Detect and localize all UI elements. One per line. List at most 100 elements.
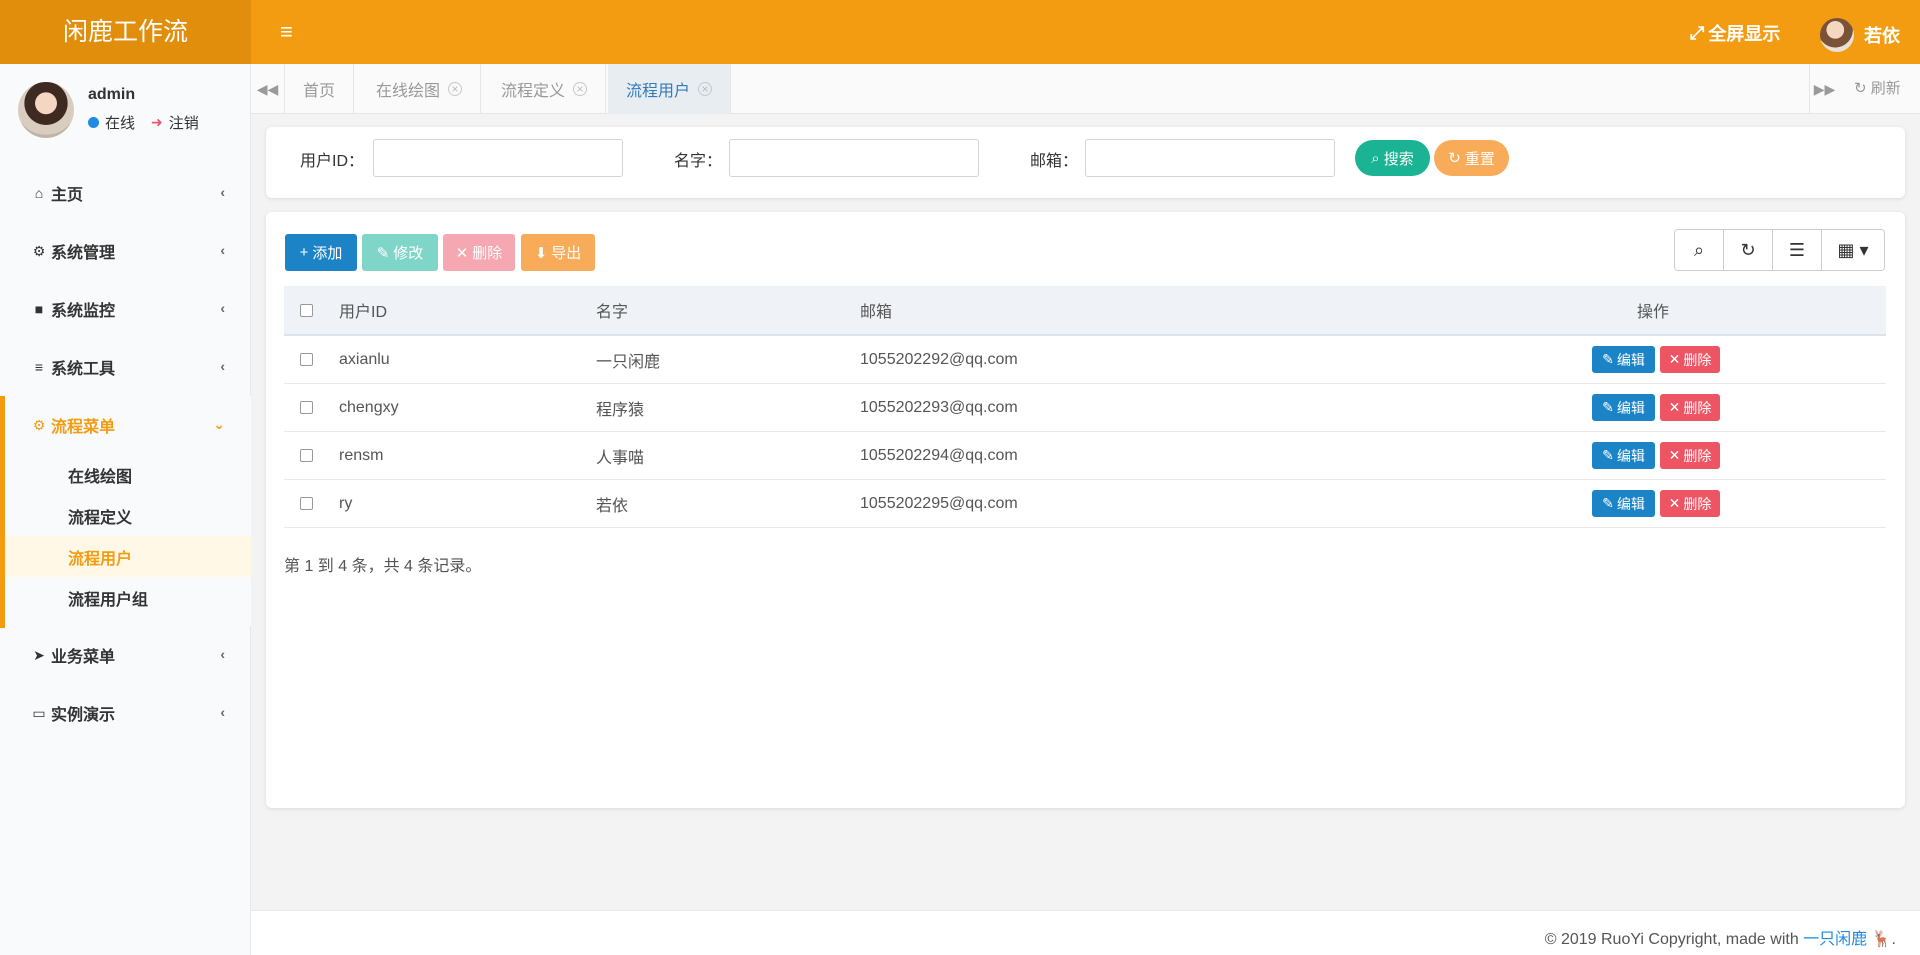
- sidebar-item-monitor[interactable]: ■ 系统监控 ‹: [0, 280, 251, 338]
- row-checkbox[interactable]: [300, 497, 313, 510]
- tab-process-users[interactable]: 流程用户 ×: [608, 64, 732, 114]
- sidebar-item-system[interactable]: ⚙ 系统管理 ‹: [0, 222, 251, 280]
- row-edit-button[interactable]: ✎ 编辑: [1592, 490, 1655, 517]
- tab-online-draw[interactable]: 在线绘图 ×: [358, 64, 482, 114]
- edit-icon: ✎: [1602, 351, 1614, 367]
- sidebar-item-label: 系统监控: [51, 303, 116, 320]
- pagination-info: 第 1 到 4 条，共 4 条记录。: [284, 558, 482, 575]
- delete-label: 删除: [472, 245, 503, 262]
- tabs-bar: ◀◀ 首页 在线绘图 × 流程定义 × 流程用户 × ▶▶ ↻ 刷新: [251, 64, 1920, 114]
- chevron-down-icon: ⌄: [213, 416, 225, 432]
- edit-icon: ✎: [1602, 399, 1614, 415]
- brand-logo[interactable]: 闲鹿工作流: [0, 0, 251, 64]
- row-delete-label: 删除: [1683, 399, 1712, 416]
- cell-name: 若依: [596, 497, 629, 515]
- row-delete-button[interactable]: ✕ 删除: [1660, 490, 1720, 517]
- tab-scroll-left-icon[interactable]: ◀◀: [251, 64, 285, 114]
- search-icon: ⌕: [1371, 149, 1380, 167]
- refresh-label: 刷新: [1870, 80, 1901, 97]
- refresh-icon[interactable]: ↻: [1724, 230, 1773, 270]
- row-delete-button[interactable]: ✕ 删除: [1660, 346, 1720, 373]
- status-online: 在线: [105, 115, 136, 132]
- close-icon[interactable]: ×: [573, 82, 588, 96]
- tab-process-definition[interactable]: 流程定义 ×: [483, 64, 607, 114]
- row-edit-label: 编辑: [1616, 447, 1645, 464]
- data-table: 用户ID 名字 邮箱 操作 axianlu 一只闲鹿 1055202292@qq…: [284, 286, 1886, 528]
- edit-icon: ✎: [1602, 447, 1614, 463]
- tab-label: 流程定义: [501, 83, 566, 100]
- row-edit-label: 编辑: [1616, 351, 1645, 368]
- list-icon[interactable]: ☰: [1773, 230, 1822, 270]
- chevron-left-icon: ‹: [220, 704, 225, 720]
- avatar: [18, 82, 74, 138]
- user-panel: admin 在线 ➜ 注销: [18, 82, 248, 142]
- home-icon: ⌂: [34, 185, 44, 201]
- col-name[interactable]: 名字: [596, 298, 628, 322]
- sidebar-subitem-process-user-groups[interactable]: 流程用户组: [0, 577, 251, 618]
- sign-out-icon[interactable]: ➜: [151, 114, 163, 131]
- sidebar-item-tools[interactable]: ≡ 系统工具 ‹: [0, 338, 251, 396]
- user-id-input[interactable]: [373, 139, 623, 177]
- sidebar-item-business[interactable]: ➤ 业务菜单 ‹: [0, 626, 251, 684]
- sidebar-subitem-process-users[interactable]: 流程用户: [0, 536, 251, 577]
- search-button[interactable]: ⌕ 搜索: [1355, 140, 1430, 176]
- download-icon: ⬇: [534, 244, 548, 262]
- user-menu[interactable]: 若依: [1820, 18, 1900, 52]
- row-delete-button[interactable]: ✕ 删除: [1660, 394, 1720, 421]
- email-label: 邮箱：: [1030, 153, 1079, 170]
- edit-button[interactable]: ✎ 修改: [362, 234, 438, 271]
- cell-name: 程序猿: [596, 401, 645, 419]
- logout-link[interactable]: 注销: [169, 112, 199, 133]
- col-user-id[interactable]: 用户ID: [339, 298, 387, 322]
- times-icon: ✕: [1668, 399, 1681, 415]
- row-delete-label: 删除: [1683, 495, 1712, 512]
- sidebar-subitem-process-definition[interactable]: 流程定义: [0, 495, 251, 536]
- tab-scroll-right-icon[interactable]: ▶▶: [1809, 64, 1839, 114]
- search-toggle-icon[interactable]: ⌕: [1675, 230, 1724, 270]
- reset-button[interactable]: ↻ 重置: [1434, 140, 1509, 176]
- refresh-icon: ↻: [1448, 150, 1461, 167]
- tab-label: 在线绘图: [376, 83, 441, 100]
- export-button[interactable]: ⬇ 导出: [521, 234, 595, 271]
- author-link[interactable]: 一只闲鹿: [1803, 931, 1867, 948]
- cell-user-id: rensm: [339, 446, 384, 464]
- fullscreen-button[interactable]: ⤢ 全屏显示: [1690, 20, 1780, 46]
- row-edit-button[interactable]: ✎ 编辑: [1592, 442, 1655, 469]
- sidebar-item-label: 实例演示: [51, 707, 116, 724]
- sidebar-subitem-online-draw[interactable]: 在线绘图: [0, 454, 251, 495]
- table-row: rensm 人事喵 1055202294@qq.com ✎ 编辑 ✕ 删除: [284, 432, 1886, 480]
- row-checkbox[interactable]: [300, 449, 313, 462]
- edit-icon: ✎: [1602, 495, 1614, 511]
- chevron-left-icon: ‹: [220, 300, 225, 316]
- name-input[interactable]: [729, 139, 979, 177]
- sidebar-item-home[interactable]: ⌂ 主页 ‹: [0, 164, 251, 222]
- cogs-icon: ⚙: [32, 416, 46, 433]
- add-button[interactable]: + 添加: [285, 234, 357, 271]
- row-edit-button[interactable]: ✎ 编辑: [1592, 394, 1655, 421]
- tab-home[interactable]: 首页: [285, 64, 355, 114]
- row-delete-label: 删除: [1683, 351, 1712, 368]
- row-checkbox[interactable]: [300, 353, 313, 366]
- cell-user-id: axianlu: [339, 350, 390, 368]
- search-button-label: 搜索: [1383, 150, 1414, 168]
- edit-label: 修改: [393, 245, 424, 262]
- close-icon[interactable]: ×: [448, 82, 463, 96]
- row-delete-button[interactable]: ✕ 删除: [1660, 442, 1720, 469]
- sidebar-item-flow[interactable]: ⚙ 流程菜单 ⌄: [0, 396, 251, 454]
- select-all-checkbox[interactable]: [300, 303, 313, 317]
- deer-icon: 🦌: [1871, 931, 1892, 948]
- menu-toggle-icon[interactable]: ≡: [280, 20, 302, 44]
- export-label: 导出: [551, 245, 582, 262]
- close-icon[interactable]: ×: [698, 82, 713, 96]
- cell-email: 1055202292@qq.com: [860, 350, 1018, 368]
- columns-icon[interactable]: ▦ ▾: [1822, 230, 1884, 270]
- cell-name: 一只闲鹿: [596, 353, 661, 371]
- row-checkbox[interactable]: [300, 401, 313, 414]
- col-actions: 操作: [1637, 304, 1670, 321]
- sidebar-item-demo[interactable]: ▭ 实例演示 ‹: [0, 684, 251, 742]
- col-email[interactable]: 邮箱: [860, 298, 892, 322]
- refresh-button[interactable]: ↻ 刷新: [1854, 64, 1901, 114]
- row-edit-button[interactable]: ✎ 编辑: [1592, 346, 1655, 373]
- delete-button[interactable]: ✕ 删除: [443, 234, 515, 271]
- email-input[interactable]: [1085, 139, 1335, 177]
